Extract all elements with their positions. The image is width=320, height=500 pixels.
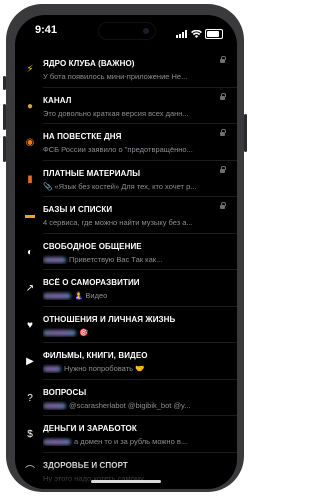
status-bar: 9:41 [15,15,237,45]
chat-preview-text: Приветствую Вас Так как... [69,254,163,264]
lock-icon [220,92,226,100]
chat-preview-text: 4 сервиса, где можно найти музыку без а.… [43,218,193,227]
chat-preview-text: ФСБ России заявило о "предотвращённо... [43,145,193,154]
chat-title: ЯДРО КЛУБА (ВАЖНО) [43,59,135,68]
chat-title: ВСЁ О САМОРАЗВИТИИ [43,278,140,287]
volume-up-button [3,104,6,130]
volume-down-button [3,136,6,162]
lock-icon [220,129,226,136]
chat-preview: ФСБ России заявило о "предотвращённо... [43,145,231,154]
chat-preview-text: @scarasherlabot @bigibik_bot @y... [69,400,191,410]
lock-icon [220,56,226,63]
blurred-avatar [43,329,76,336]
chat-preview-text: 🤱 Видео [74,291,108,300]
chat-row[interactable]: ↗ ВСЁ О САМОРАЗВИТИИ 🤱 Видео [15,270,237,307]
blurred-avatar [43,402,66,409]
home-indicator[interactable] [91,480,161,483]
chat-preview-text: У бота появилось мини-приложение Не... [43,72,188,81]
screen: 9:41 ⚡ ЯДРО КЛУБА (ВАЖНО) У бота появилось… [15,15,237,489]
dynamic-island [99,23,155,39]
phone-frame: 9:41 ⚡ ЯДРО КЛУБА (ВАЖНО) У бота появилось… [3,4,247,492]
lightning-icon: ⚡ [26,64,34,75]
question-icon: ? [27,392,33,404]
chat-preview-text: Это довольно краткая версия всех данн... [43,108,189,118]
chat-title: БАЗЫ И СПИСКИ [43,205,113,214]
chat-preview: 📎 «Язык без костей» Для тех, кто хочет р… [43,182,231,191]
chat-preview: 4 сервиса, где можно найти музыку без а.… [43,218,231,227]
chat-title: СВОБОДНОЕ ОБЩЕНИЕ [43,241,142,251]
blurred-avatar [43,256,66,263]
signal-icon [176,30,188,38]
moon-icon: ● [26,100,34,112]
toggle-icon: ◐ [26,246,34,258]
power-button [244,114,247,152]
camera-icon [143,28,149,34]
lock-icon [220,202,226,209]
folder-icon: ▬ [25,210,35,221]
chat-preview-text: Нужно попробовать 🤝 [64,364,145,373]
chat-preview-text: 📎 «Язык без костей» Для тех, кто хочет р… [43,181,197,191]
chat-title: ОТНОШЕНИЯ И ЛИЧНАЯ ЖИЗНЬ [43,314,176,324]
action-button [3,76,6,90]
wifi-icon [191,25,202,43]
books-icon: ▮ [27,173,33,185]
chat-preview: Приветствую Вас Так как... [43,255,231,264]
chat-title: ФИЛЬМЫ, КНИГИ, ВИДЕО [43,351,148,360]
chat-preview: Нужно попробовать 🤝 [43,364,231,373]
heart-icon: ♥ [27,319,33,331]
status-time: 9:41 [35,24,58,36]
bottom-fade [15,459,237,489]
chat-preview: 🤱 Видео [43,291,231,300]
chat-title: ПЛАТНЫЕ МАТЕРИАЛЫ [43,168,141,178]
chat-title: ВОПРОСЫ [43,387,87,397]
chat-row[interactable]: ◉ НА ПОВЕСТКЕ ДНЯ ФСБ России заявило о "пр… [15,124,237,161]
chat-preview: @scarasherlabot @bigibik_bot @y... [43,401,231,410]
chat-preview: а домен то и за рубль можно в... [43,437,231,446]
chat-preview-text: 🎯 [79,327,89,337]
play-icon: ▶ [26,356,34,367]
chat-row[interactable]: ● КАНАЛ Это довольно краткая версия всех д… [15,88,237,124]
chat-row[interactable]: ♥ ОТНОШЕНИЯ И ЛИЧНАЯ ЖИЗНЬ 🎯 [15,307,237,343]
chat-title: ДЕНЬГИ И ЗАРАБОТОК [43,424,137,433]
chat-preview: 🎯 [43,328,231,337]
chat-row[interactable]: ⚡ ЯДРО КЛУБА (ВАЖНО) У бота появилось мини… [15,51,237,88]
chat-title: НА ПОВЕСТКЕ ДНЯ [43,132,122,141]
status-icons [176,25,223,43]
battery-icon [205,29,223,39]
dollar-icon: $ [27,429,33,440]
lock-icon [220,165,226,173]
blurred-avatar [43,366,61,373]
chat-title: КАНАЛ [43,95,72,105]
chat-row[interactable]: ▶ ФИЛЬМЫ, КНИГИ, ВИДЕО Нужно попробовать 🤝 [15,343,237,380]
blurred-avatar [43,293,71,300]
trending-up-icon: ↗ [25,283,35,294]
chat-row[interactable]: ? ВОПРОСЫ @scarasherlabot @bigibik_bot @y.… [15,380,237,416]
blurred-avatar [43,439,71,446]
chat-row[interactable]: ◐ СВОБОДНОЕ ОБЩЕНИЕ Приветствую Вас Так ка… [15,234,237,270]
chat-preview: У бота появилось мини-приложение Не... [43,72,231,81]
globe-icon: ◉ [25,137,35,148]
chat-row[interactable]: ▮ ПЛАТНЫЕ МАТЕРИАЛЫ 📎 «Язык без костей» Дл… [15,161,237,197]
chat-preview-text: а домен то и за рубль можно в... [74,437,188,446]
chat-preview: Это довольно краткая версия всех данн... [43,109,231,118]
chat-row[interactable]: $ ДЕНЬГИ И ЗАРАБОТОК а домен то и за рубль… [15,416,237,453]
chat-row[interactable]: ▬ БАЗЫ И СПИСКИ 4 сервиса, где можно найти… [15,197,237,234]
